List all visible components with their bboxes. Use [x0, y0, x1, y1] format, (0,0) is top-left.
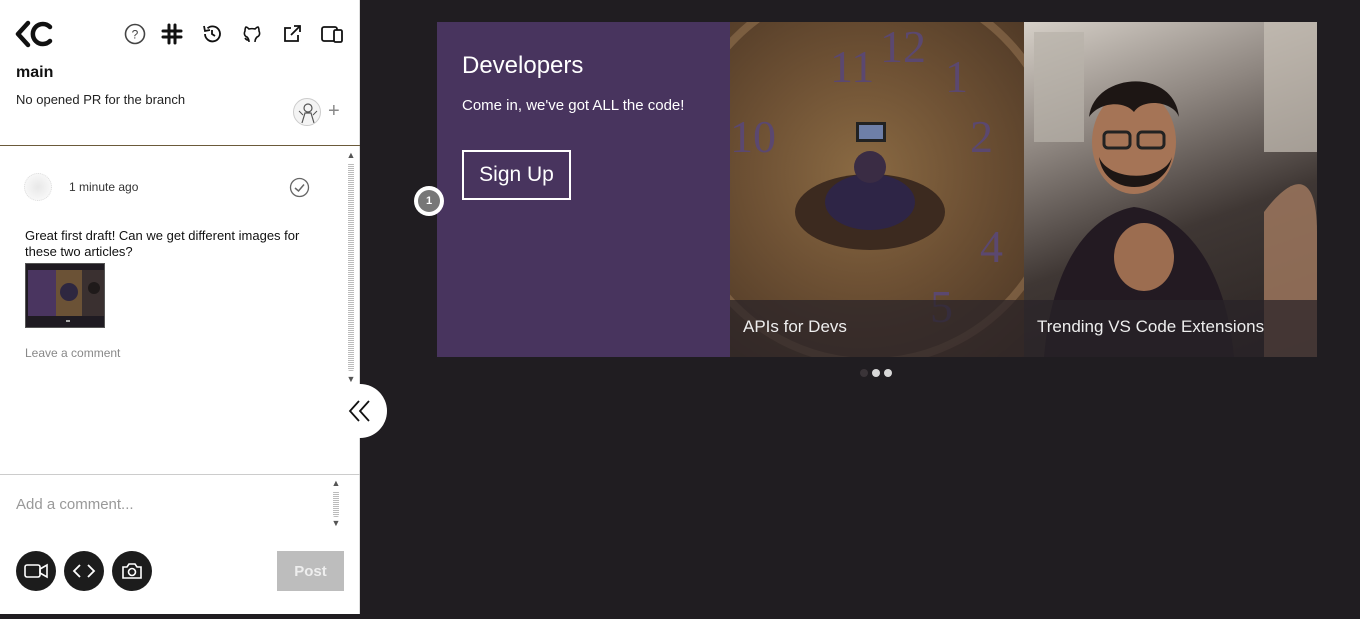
user-avatar[interactable]: [293, 98, 321, 126]
help-icon[interactable]: ?: [123, 22, 147, 46]
comments-scrollbar[interactable]: ▲ ▼: [345, 149, 357, 385]
scroll-up-icon[interactable]: ▲: [330, 477, 342, 489]
svg-text:11: 11: [830, 41, 874, 92]
scroll-thumb[interactable]: [333, 491, 339, 517]
double-chevron-left-icon: [348, 400, 370, 422]
comment-body: Great first draft! Can we get different …: [25, 228, 300, 259]
code-snippet-button[interactable]: [64, 551, 104, 591]
article-card-apis[interactable]: 11 12 1 2 10 4 5 APIs for Devs: [730, 22, 1024, 357]
comment-pin-marker[interactable]: 1: [414, 186, 444, 216]
video-camera-icon: [24, 563, 48, 579]
svg-text:10: 10: [730, 111, 776, 162]
scroll-down-icon[interactable]: ▼: [345, 373, 357, 385]
pr-status: No opened PR for the branch: [16, 92, 186, 107]
comment-composer: ▲ ▼ Post: [0, 474, 360, 614]
commenter-avatar: [24, 173, 52, 201]
comment-thread: 1 minute ago Great first draft! Can we g…: [0, 147, 360, 474]
camera-icon: [122, 563, 142, 579]
comment-timestamp: 1 minute ago: [69, 180, 139, 194]
comment-sidebar: ? main No opened PR for the branch + 1 m…: [0, 0, 360, 614]
history-icon[interactable]: [200, 22, 224, 46]
svg-text:12: 12: [880, 22, 926, 72]
app-logo[interactable]: [14, 20, 54, 48]
carousel-dot[interactable]: [860, 369, 868, 377]
svg-text:?: ?: [132, 28, 139, 42]
carousel-dot[interactable]: [872, 369, 880, 377]
card-caption: Trending VS Code Extensions: [1024, 300, 1317, 357]
screenshot-button[interactable]: [112, 551, 152, 591]
scroll-up-icon[interactable]: ▲: [345, 149, 357, 161]
hero-section: Developers Come in, we've got ALL the co…: [437, 22, 1317, 357]
github-icon[interactable]: [240, 22, 264, 46]
article-card-vscode[interactable]: Trending VS Code Extensions: [1024, 22, 1317, 357]
card-title: Trending VS Code Extensions: [1037, 317, 1265, 336]
svg-text:1: 1: [945, 51, 968, 102]
composer-scrollbar[interactable]: ▲ ▼: [329, 477, 343, 529]
layout-toggle-icon[interactable]: [320, 22, 344, 46]
card-caption: APIs for Devs: [730, 300, 1024, 357]
external-link-icon[interactable]: [280, 22, 304, 46]
card-title: APIs for Devs: [743, 317, 847, 336]
code-icon: [72, 564, 96, 578]
comment-input[interactable]: [16, 489, 326, 519]
leave-comment-link[interactable]: Leave a comment: [25, 346, 120, 360]
hero-title: Developers: [462, 52, 584, 79]
post-button[interactable]: Post: [277, 551, 344, 591]
scroll-thumb[interactable]: [348, 163, 354, 371]
svg-text:4: 4: [980, 221, 1003, 272]
sign-up-button[interactable]: Sign Up: [462, 150, 571, 200]
carousel-dots: [860, 369, 892, 377]
comment-screenshot-thumbnail[interactable]: [25, 263, 105, 328]
svg-text:2: 2: [970, 111, 993, 162]
pin-number: 1: [418, 190, 440, 212]
record-video-button[interactable]: [16, 551, 56, 591]
slack-icon[interactable]: [160, 22, 184, 46]
carousel-dot[interactable]: [884, 369, 892, 377]
resolve-check-icon[interactable]: [289, 177, 310, 198]
add-reviewer-button[interactable]: +: [328, 101, 340, 121]
hero-panel: Developers Come in, we've got ALL the co…: [437, 22, 730, 357]
branch-name: main: [16, 64, 54, 81]
sidebar-header: ? main No opened PR for the branch +: [0, 0, 360, 146]
collapse-sidebar-button[interactable]: [333, 384, 387, 438]
hero-subtitle: Come in, we've got ALL the code!: [462, 97, 685, 114]
scroll-down-icon[interactable]: ▼: [330, 517, 342, 529]
